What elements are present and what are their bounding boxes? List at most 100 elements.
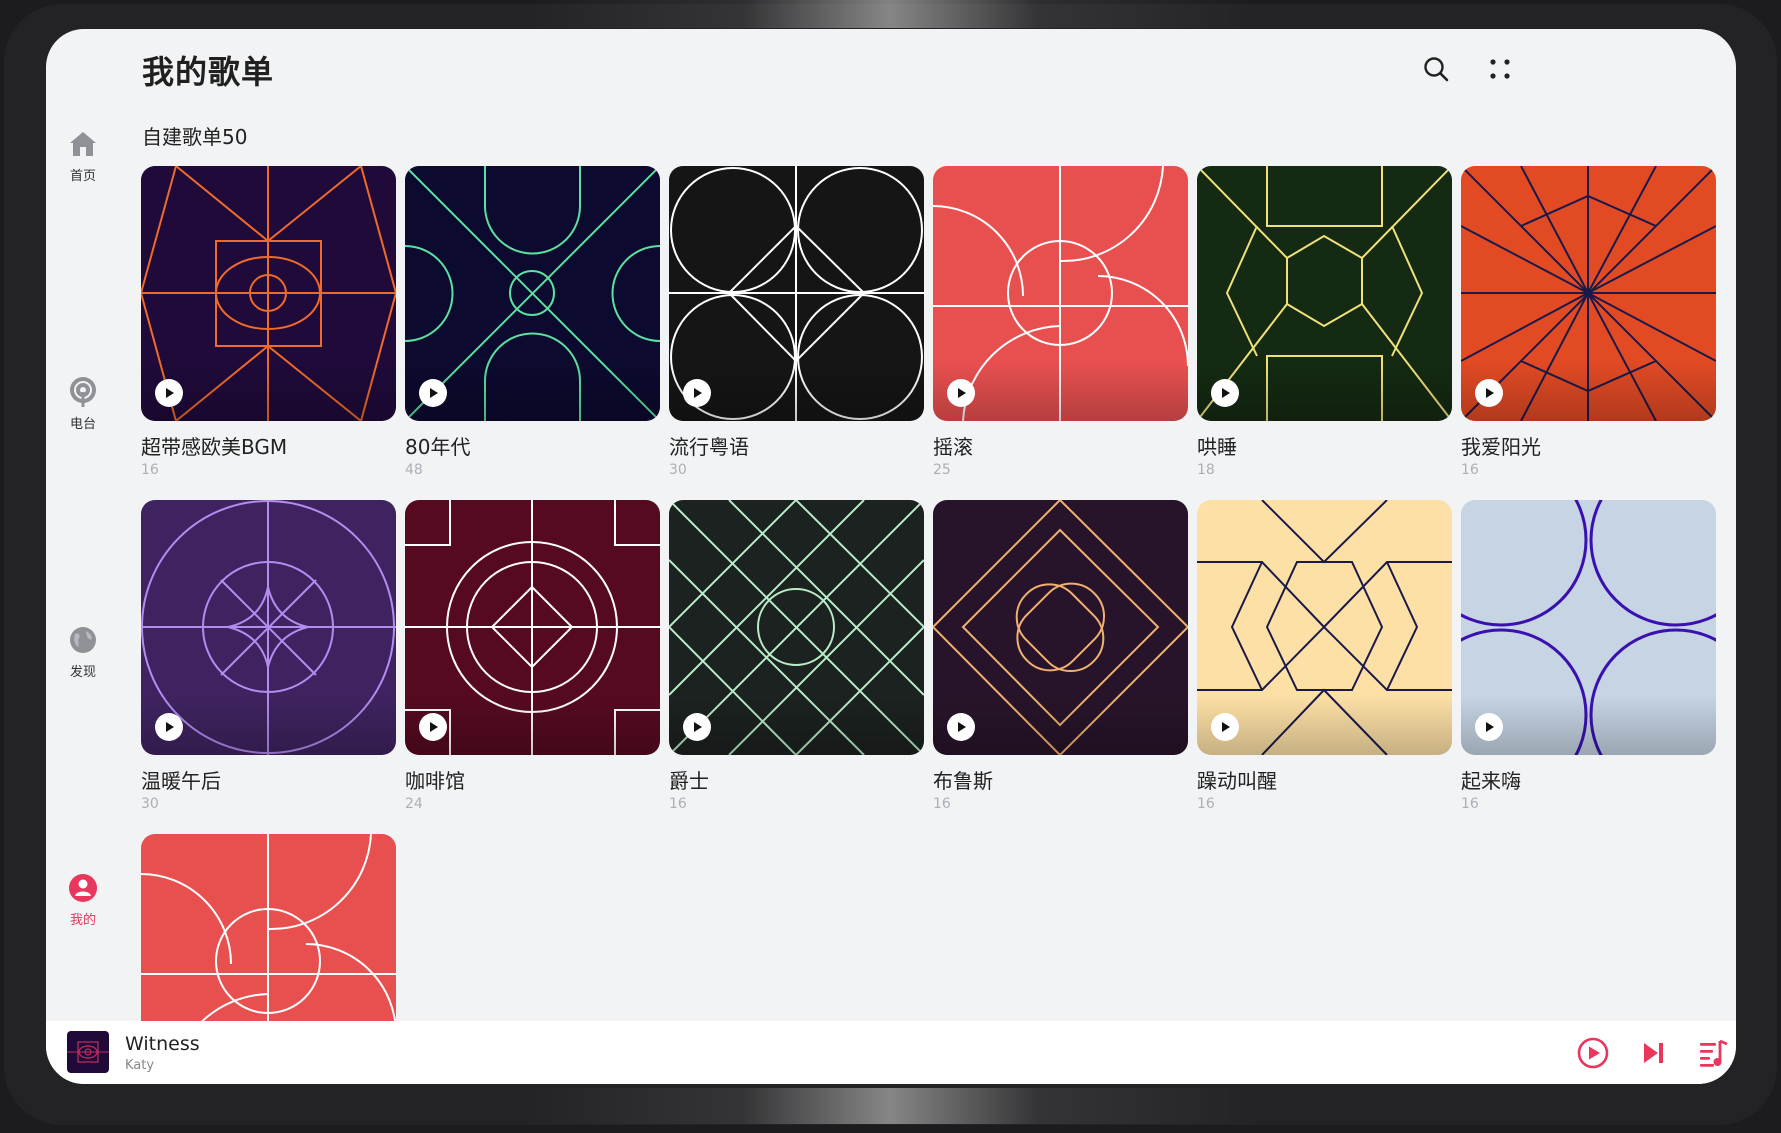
playlist-card[interactable]: 温暖午后 30 — [141, 500, 396, 812]
play-badge-button[interactable] — [419, 713, 447, 741]
playlist-card[interactable]: 80年代 48 — [405, 166, 660, 478]
playlist-count: 16 — [1461, 462, 1479, 478]
playlist-title: 摇滚 — [933, 435, 973, 459]
nav-label-radio: 电台 — [69, 417, 96, 432]
playlist-cover — [405, 166, 660, 421]
playlist-cover — [669, 500, 924, 755]
playlist-count: 16 — [1197, 796, 1215, 812]
playlist-cover — [405, 500, 660, 755]
nav-label-mine: 我的 — [69, 913, 96, 928]
app-screen: 我的歌单 首页 电台 发现 我的 自建歌单50 超带感欧美BGM 16 80年代… — [46, 29, 1736, 1084]
home-icon — [70, 132, 96, 156]
play-icon — [166, 722, 174, 732]
playlist-count: 30 — [141, 796, 159, 812]
nav-item-home[interactable]: 首页 — [46, 127, 120, 184]
play-badge-button[interactable] — [947, 713, 975, 741]
playlist-card[interactable]: 躁动叫醒 16 — [1197, 500, 1452, 812]
playlist-title: 爵士 — [669, 769, 709, 793]
now-playing-title: Witness — [125, 1033, 200, 1055]
mini-player[interactable]: Witness Katy — [46, 1021, 1736, 1084]
play-badge-button[interactable] — [1211, 379, 1239, 407]
nav-label-discover: 发现 — [69, 665, 96, 680]
playlist-cover — [141, 166, 396, 421]
playlist-cover — [1197, 166, 1452, 421]
search-button[interactable] — [1418, 51, 1454, 87]
play-badge-button[interactable] — [155, 379, 183, 407]
nav-item-radio[interactable]: 电台 — [46, 375, 120, 432]
playlist-cover — [933, 500, 1188, 755]
playlist-card[interactable]: 流行粤语 30 — [669, 166, 924, 478]
playlist-cover — [1461, 166, 1716, 421]
playlist-card[interactable]: 摇滚 25 — [933, 166, 1188, 478]
search-icon — [1424, 57, 1449, 82]
skip-next-icon — [1644, 1043, 1663, 1063]
playlist-count: 16 — [1461, 796, 1479, 812]
play-icon — [430, 388, 438, 398]
globe-icon — [70, 627, 96, 653]
play-badge-button[interactable] — [155, 713, 183, 741]
playlist-count: 30 — [669, 462, 687, 478]
page-title: 我的歌单 — [142, 53, 275, 91]
playlist-title: 躁动叫醒 — [1197, 769, 1277, 793]
play-icon — [166, 388, 174, 398]
playlist-icon — [1700, 1039, 1728, 1067]
play-badge-button[interactable] — [683, 379, 711, 407]
play-circle-icon — [1577, 1037, 1609, 1069]
playlist-card[interactable]: 我爱阳光 16 — [1461, 166, 1716, 478]
play-badge-button[interactable] — [1475, 713, 1503, 741]
playlist-cover — [141, 500, 396, 755]
playlist-card[interactable]: 超带感欧美BGM 16 — [141, 166, 396, 478]
play-button[interactable] — [1575, 1035, 1611, 1071]
now-playing-artwork — [67, 1031, 109, 1073]
playlist-title: 哄睡 — [1197, 435, 1237, 459]
playlist-cover — [669, 166, 924, 421]
play-icon — [958, 722, 966, 732]
playlist-count: 25 — [933, 462, 951, 478]
play-icon — [1222, 388, 1230, 398]
playlist-title: 80年代 — [405, 435, 471, 459]
playlist-card[interactable]: 爵士 16 — [669, 500, 924, 812]
playlist-title: 流行粤语 — [669, 435, 749, 459]
playlist-cover — [1197, 500, 1452, 755]
more-dots-icon — [1490, 59, 1510, 79]
playlist-title: 布鲁斯 — [933, 769, 993, 793]
radio-icon — [70, 377, 96, 407]
nav-item-mine[interactable]: 我的 — [46, 871, 120, 928]
playlist-count: 16 — [141, 462, 159, 478]
play-badge-button[interactable] — [1211, 713, 1239, 741]
play-icon — [694, 722, 702, 732]
playlist-cover — [1461, 500, 1716, 755]
next-track-button[interactable] — [1635, 1035, 1671, 1071]
play-badge-button[interactable] — [419, 379, 447, 407]
nav-label-home: 首页 — [69, 169, 96, 184]
user-icon — [69, 874, 97, 902]
play-icon — [1222, 722, 1230, 732]
playlist-card[interactable]: 布鲁斯 16 — [933, 500, 1188, 812]
playlist-count: 48 — [405, 462, 423, 478]
playlist-count: 16 — [933, 796, 951, 812]
playlist-title: 超带感欧美BGM — [141, 435, 288, 459]
bezel-highlight-bottom — [520, 1088, 1260, 1124]
playlist-count: 24 — [405, 796, 423, 812]
play-badge-button[interactable] — [683, 713, 711, 741]
playlist-title: 咖啡馆 — [405, 769, 465, 793]
playlist-title: 起来嗨 — [1461, 769, 1521, 793]
play-badge-button[interactable] — [1475, 379, 1503, 407]
playlist-count: 18 — [1197, 462, 1215, 478]
more-button[interactable] — [1482, 51, 1518, 87]
playlist-card[interactable]: 起来嗨 16 — [1461, 500, 1716, 812]
play-icon — [430, 722, 438, 732]
play-icon — [694, 388, 702, 398]
playlist-cover — [933, 166, 1188, 421]
playlist-card[interactable]: 咖啡馆 24 — [405, 500, 660, 812]
play-icon — [1486, 388, 1494, 398]
play-badge-button[interactable] — [947, 379, 975, 407]
playlist-title: 温暖午后 — [141, 769, 221, 793]
playlist-count: 16 — [669, 796, 687, 812]
playlist-card[interactable]: 哄睡 18 — [1197, 166, 1452, 478]
play-icon — [1486, 722, 1494, 732]
play-icon — [958, 388, 966, 398]
section-title: 自建歌单50 — [142, 125, 248, 149]
nav-item-discover[interactable]: 发现 — [46, 623, 120, 680]
queue-button[interactable] — [1696, 1035, 1732, 1071]
